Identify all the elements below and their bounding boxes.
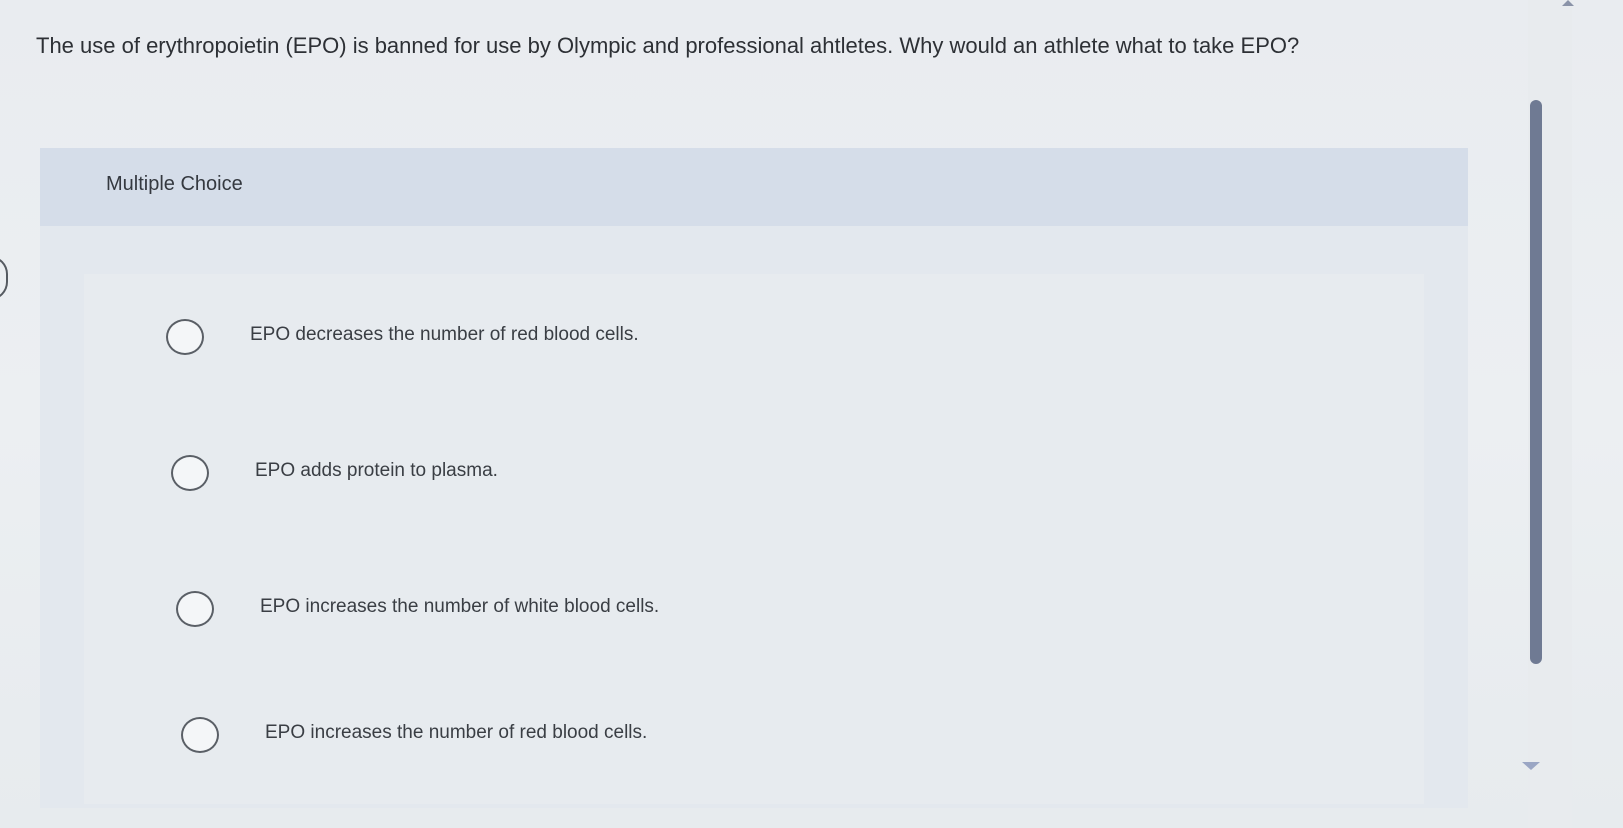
scroll-down-arrow-icon[interactable]	[1522, 762, 1540, 770]
answer-option-4[interactable]: EPO increases the number of red blood ce…	[84, 672, 1424, 790]
radio-unchecked-icon[interactable]	[171, 455, 209, 491]
multiple-choice-panel: Multiple Choice EPO decreases the number…	[40, 148, 1468, 808]
answer-option-2[interactable]: EPO adds protein to plasma.	[84, 410, 1424, 528]
radio-unchecked-icon[interactable]	[176, 591, 214, 627]
scroll-up-arrow-icon[interactable]	[1562, 0, 1574, 6]
answer-option-3[interactable]: EPO increases the number of white blood …	[84, 546, 1424, 664]
left-edge-bracket-icon	[0, 256, 8, 300]
answer-options-list: EPO decreases the number of red blood ce…	[84, 274, 1424, 804]
radio-unchecked-icon[interactable]	[166, 319, 204, 355]
scrollbar-thumb[interactable]	[1530, 100, 1542, 664]
answer-option-label[interactable]: EPO adds protein to plasma.	[255, 457, 498, 485]
multiple-choice-label: Multiple Choice	[106, 173, 243, 195]
answer-option-label[interactable]: EPO increases the number of red blood ce…	[265, 719, 647, 747]
question-text: The use of erythropoietin (EPO) is banne…	[36, 33, 1300, 58]
answer-option-label[interactable]: EPO increases the number of white blood …	[260, 593, 659, 621]
answer-option-1[interactable]: EPO decreases the number of red blood ce…	[84, 274, 1424, 392]
answer-option-label[interactable]: EPO decreases the number of red blood ce…	[250, 321, 639, 349]
multiple-choice-header: Multiple Choice	[40, 148, 1468, 226]
radio-unchecked-icon[interactable]	[181, 717, 219, 753]
